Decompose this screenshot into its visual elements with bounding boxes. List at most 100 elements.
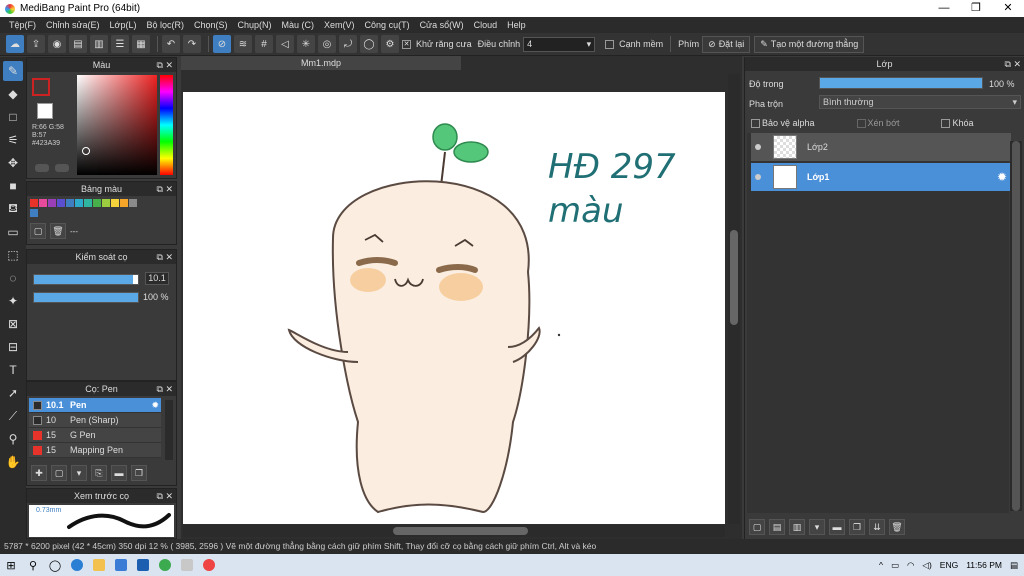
menu-layer[interactable]: Lớp(L) — [105, 17, 142, 33]
brush-list-scrollbar[interactable] — [165, 400, 173, 460]
add-brush-icon[interactable]: ✚ — [31, 465, 47, 481]
cloud-icon[interactable]: ☁ — [6, 35, 24, 53]
canvas-horizontal-scrollbar[interactable] — [183, 525, 725, 537]
primary-color-swatch[interactable] — [32, 78, 50, 96]
gradient-tool-icon[interactable]: ▭ — [3, 222, 23, 242]
palette-swatch[interactable] — [120, 199, 128, 207]
panel-close-icon[interactable]: ⧉ ✕ — [1005, 57, 1021, 71]
undo-icon[interactable]: ↶ — [162, 35, 180, 53]
menu-edit[interactable]: Chỉnh sửa(E) — [41, 17, 105, 33]
palette-swatch[interactable] — [66, 199, 74, 207]
fill-rect-tool-icon[interactable]: ■ — [3, 176, 23, 196]
straight-line-button[interactable]: ✎ Tạo một đường thẳng — [754, 35, 865, 53]
select-eraser-tool-icon[interactable]: ⊟ — [3, 337, 23, 357]
duplicate-layer-icon[interactable]: ❐ — [849, 519, 865, 535]
new-8bit-layer-icon[interactable]: ▥ — [789, 519, 805, 535]
menu-select[interactable]: Chọn(S) — [189, 17, 233, 33]
battery-icon[interactable]: ▭ — [891, 560, 899, 571]
magic-wand-tool-icon[interactable]: ✦ — [3, 291, 23, 311]
brush-tool-icon[interactable]: ✎ — [3, 61, 23, 81]
brush-size-value[interactable]: 10.1 — [145, 272, 169, 285]
ellipse-snap-icon[interactable]: ◯ — [360, 35, 378, 53]
delete-palette-icon[interactable]: 🗑 — [50, 223, 66, 239]
add-layer-menu-icon[interactable]: ▾ — [809, 519, 825, 535]
task-view-icon[interactable]: ◯ — [44, 554, 66, 576]
palette-swatch[interactable] — [39, 199, 47, 207]
mail-icon[interactable] — [132, 554, 154, 576]
brush-size-slider[interactable] — [33, 274, 139, 285]
layer-row-lop1[interactable]: Lớp1 ✹ — [751, 163, 1011, 191]
minimize-button[interactable]: — — [928, 0, 960, 17]
menu-filter[interactable]: Bộ lọc(R) — [141, 17, 189, 33]
antialias-checkbox[interactable]: ✕ — [402, 39, 411, 49]
menu-cloud[interactable]: Cloud — [469, 17, 503, 33]
menu-color[interactable]: Màu (C) — [277, 17, 320, 33]
parallel-snap-icon[interactable]: ≋ — [234, 35, 252, 53]
medibang-taskbar-icon[interactable] — [198, 554, 220, 576]
lasso-tool-icon[interactable]: ◌ — [3, 268, 23, 288]
clipping-checkbox[interactable] — [856, 118, 866, 128]
brush-copy-icon[interactable]: ⎘ — [91, 465, 107, 481]
hue-slider[interactable] — [160, 75, 173, 175]
comment-icon[interactable]: ◉ — [48, 35, 66, 53]
eye-icon[interactable] — [755, 174, 761, 180]
reset-button[interactable]: ⊘ Đặt lại — [702, 35, 751, 53]
chrome-icon[interactable] — [154, 554, 176, 576]
shape-tool-icon[interactable]: □ — [3, 107, 23, 127]
panel-close-icon[interactable]: ⧉ ✕ — [157, 182, 173, 196]
page-icon[interactable]: ▥ — [90, 35, 108, 53]
palette-swatch[interactable] — [30, 199, 38, 207]
store-icon[interactable] — [110, 554, 132, 576]
select-pen-tool-icon[interactable]: ⊠ — [3, 314, 23, 334]
new-brush-icon[interactable]: ▢ — [51, 465, 67, 481]
snap-settings-icon[interactable]: ⚙ — [381, 35, 399, 53]
eyedropper-tool-icon[interactable]: ⚲ — [3, 429, 23, 449]
layer-opacity-slider[interactable] — [819, 77, 983, 89]
adjust-select[interactable]: 4 — [523, 36, 596, 52]
soft-edge-checkbox[interactable] — [605, 39, 615, 49]
gear-icon[interactable]: ✹ — [997, 170, 1007, 184]
redo-icon[interactable]: ↷ — [183, 35, 201, 53]
new-palette-icon[interactable]: ▢ — [30, 223, 46, 239]
scroll-thumb[interactable] — [1012, 141, 1020, 511]
snap-off-icon[interactable]: ⊘ — [213, 35, 231, 53]
palette-swatch[interactable] — [84, 199, 92, 207]
color-mode-button[interactable] — [35, 164, 49, 172]
list-icon[interactable]: ☰ — [111, 35, 129, 53]
brush-item-g-pen[interactable]: 15 G Pen — [29, 428, 161, 443]
menu-tools[interactable]: Công cụ(T) — [360, 17, 415, 33]
saturation-value-picker[interactable] — [77, 75, 157, 175]
brush-opacity-slider[interactable] — [33, 292, 139, 303]
menu-view[interactable]: Xem(V) — [319, 17, 360, 33]
windows-start-icon[interactable]: ⊞ — [0, 554, 22, 576]
text-tool-icon[interactable]: T — [3, 360, 23, 380]
volume-icon[interactable]: ◁) — [922, 560, 931, 571]
layer-list-scrollbar[interactable] — [1010, 141, 1022, 511]
drawing-canvas[interactable]: HĐ 297 màu — [183, 92, 725, 524]
brush-item-mapping-pen[interactable]: 15 Mapping Pen — [29, 443, 161, 458]
chevron-up-icon[interactable]: ^ — [879, 560, 883, 570]
brush-item-pen[interactable]: 10.1 Pen ✹ — [29, 398, 161, 413]
operation-tool-icon[interactable]: ➚ — [3, 383, 23, 403]
palette-swatch[interactable] — [93, 199, 101, 207]
secondary-color-swatch[interactable] — [37, 103, 53, 119]
panel-close-icon[interactable]: ⧉ ✕ — [157, 58, 173, 72]
dot-tool-icon[interactable]: ⚟ — [3, 130, 23, 150]
vanishing-snap-icon[interactable]: ◁ — [276, 35, 294, 53]
panel-close-icon[interactable]: ⧉ ✕ — [157, 382, 173, 396]
palette-swatch[interactable] — [129, 199, 137, 207]
trash-icon[interactable]: 🗑 — [889, 519, 905, 535]
document-tab[interactable]: Mm1.mdp — [181, 56, 461, 70]
menu-snap[interactable]: Chụp(N) — [233, 17, 277, 33]
palette-swatch[interactable] — [48, 199, 56, 207]
edge-browser-icon[interactable] — [66, 554, 88, 576]
scroll-thumb[interactable] — [393, 527, 528, 535]
color-picker-cursor[interactable] — [82, 147, 90, 155]
cross-snap-icon[interactable]: # — [255, 35, 273, 53]
file-explorer-icon[interactable] — [88, 554, 110, 576]
folder-icon[interactable]: ▬ — [111, 465, 127, 481]
merge-layer-icon[interactable]: ⇊ — [869, 519, 885, 535]
canvas-vertical-scrollbar[interactable] — [728, 74, 740, 524]
wifi-icon[interactable]: ◠ — [907, 560, 914, 571]
bucket-tool-icon[interactable]: ⛾ — [3, 199, 23, 219]
